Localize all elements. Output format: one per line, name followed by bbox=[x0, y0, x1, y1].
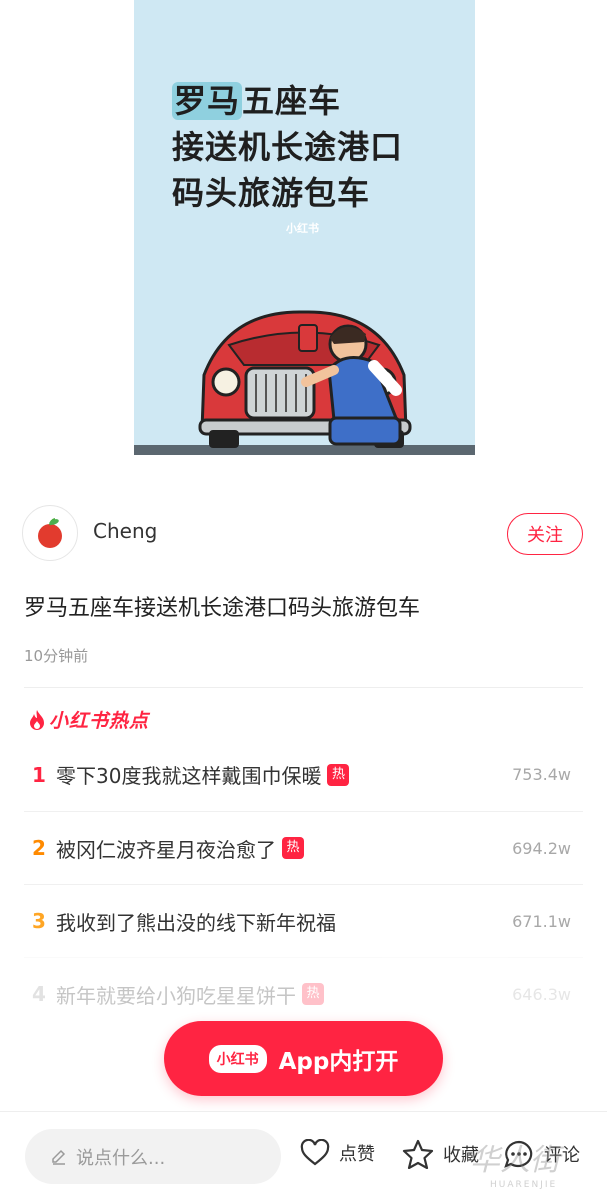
hot-item-rank: 4 bbox=[32, 982, 46, 1006]
hot-item-count: 753.4w bbox=[512, 765, 571, 784]
cover-title-line2: 接送机长途港口 bbox=[172, 128, 404, 166]
hot-badge: 热 bbox=[327, 763, 350, 786]
follow-button[interactable]: 关注 bbox=[507, 513, 583, 555]
post-time: 10分钟前 bbox=[24, 647, 89, 665]
hot-list-item[interactable]: 2 被冈仁波齐星月夜治愈了热 694.2w bbox=[24, 811, 583, 884]
collect-button[interactable]: 收藏 bbox=[402, 1139, 479, 1169]
hot-section-header: 小红书热点 bbox=[28, 706, 149, 733]
pencil-icon bbox=[52, 1149, 66, 1165]
hot-item-rank: 3 bbox=[32, 909, 46, 933]
cover-title-highlight: 罗马 bbox=[172, 82, 243, 120]
cover-watermark: 小红书 bbox=[286, 222, 319, 235]
hot-list-item[interactable]: 1 零下30度我就这样戴围巾保暖热 753.4w bbox=[24, 738, 583, 811]
xiaohongshu-logo: 小红书 bbox=[208, 1044, 267, 1073]
star-icon bbox=[402, 1139, 434, 1169]
author-name[interactable]: Cheng bbox=[93, 519, 157, 543]
hot-list: 1 零下30度我就这样戴围巾保暖热 753.4w 2 被冈仁波齐星月夜治愈了热 694.2… bbox=[24, 738, 583, 1030]
like-button[interactable]: 点赞 bbox=[300, 1139, 375, 1167]
hot-item-count: 694.2w bbox=[512, 838, 571, 858]
hot-section-title: 小红书热点 bbox=[49, 710, 150, 732]
cover-title: 罗马五座车 接送机长途港口 码头旅游包车 bbox=[172, 78, 403, 216]
open-in-app-label: App内打开 bbox=[278, 1048, 399, 1075]
hot-list-item[interactable]: 4 新年就要给小狗吃星星饼干热 646.3w bbox=[24, 957, 583, 1030]
hot-item-text: 被冈仁波齐星月夜治愈了 bbox=[56, 837, 276, 862]
site-watermark-en: HUARENJIE bbox=[490, 1180, 558, 1190]
post-cover-image[interactable]: 罗马五座车 接送机长途港口 码头旅游包车 小红书 bbox=[134, 0, 475, 455]
hot-item-text: 我收到了熊出没的线下新年祝福 bbox=[56, 910, 336, 935]
heart-icon bbox=[300, 1139, 330, 1166]
hot-item-count: 671.1w bbox=[512, 911, 571, 931]
post-title: 罗马五座车接送机长途港口码头旅游包车 bbox=[24, 596, 421, 621]
comment-input[interactable]: 说点什么... bbox=[25, 1129, 281, 1184]
hot-item-text: 零下30度我就这样戴围巾保暖 bbox=[56, 764, 322, 788]
open-in-app-button[interactable]: 小红书 App内打开 bbox=[164, 1021, 443, 1096]
like-label: 点赞 bbox=[339, 1144, 375, 1165]
hot-item-rank: 2 bbox=[32, 836, 46, 860]
divider bbox=[24, 687, 583, 688]
cover-title-line3: 码头旅游包车 bbox=[172, 174, 371, 212]
cover-title-line1: 五座车 bbox=[242, 82, 342, 120]
hot-list-item[interactable]: 3 我收到了熊出没的线下新年祝福 671.1w bbox=[24, 884, 583, 957]
hot-item-text: 新年就要给小狗吃星星饼干 bbox=[56, 983, 296, 1008]
avatar[interactable] bbox=[22, 505, 78, 561]
site-watermark: 华人街 bbox=[470, 1143, 560, 1178]
comment-placeholder: 说点什么... bbox=[76, 1147, 166, 1169]
hot-badge: 热 bbox=[302, 983, 324, 1005]
car-mechanic-illustration bbox=[134, 310, 475, 455]
hot-item-rank: 1 bbox=[32, 762, 46, 787]
apple-icon bbox=[38, 518, 62, 548]
hot-badge: 热 bbox=[282, 837, 304, 859]
flame-icon bbox=[30, 709, 44, 730]
hot-item-count: 646.3w bbox=[512, 984, 571, 1004]
